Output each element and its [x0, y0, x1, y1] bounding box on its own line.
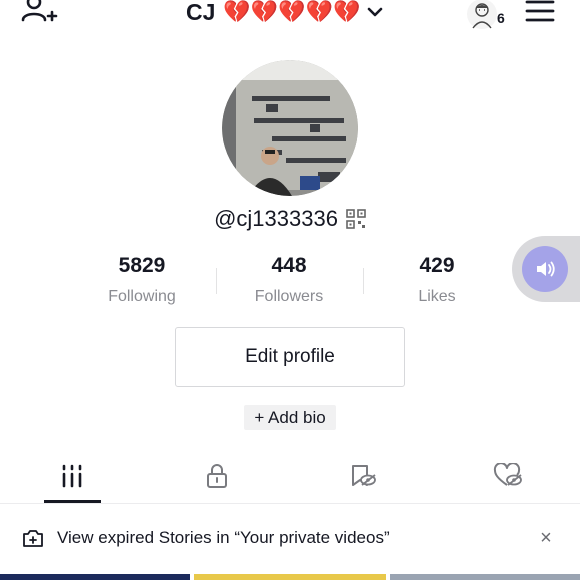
- camera-add-icon: [23, 530, 43, 547]
- stat-divider: [216, 268, 217, 294]
- likes-count: 429: [419, 254, 455, 277]
- hamburger-menu-icon[interactable]: [525, 0, 555, 24]
- lock-icon: [207, 464, 227, 488]
- tab-liked[interactable]: [478, 458, 538, 494]
- notification-count: 6: [497, 10, 505, 26]
- tab-favorites[interactable]: [333, 458, 393, 494]
- video-thumbnail[interactable]: [194, 574, 386, 580]
- speaker-icon: [537, 261, 555, 277]
- chevron-down-icon[interactable]: [366, 5, 384, 19]
- followers-count: 448: [271, 254, 307, 277]
- bookmark-hidden-icon: [352, 465, 376, 486]
- broken-hearts-emoji: 💔💔💔💔💔: [223, 0, 361, 24]
- username-row: @cj1333336: [0, 206, 580, 232]
- person-add-icon[interactable]: [20, 0, 60, 30]
- tab-bar-divider: [0, 503, 580, 504]
- friend-avatar[interactable]: [466, 0, 498, 30]
- top-bar: CJ 💔💔💔💔💔 6: [0, 0, 580, 36]
- stat-likes[interactable]: 429 Likes: [367, 254, 507, 306]
- following-count: 5829: [118, 254, 166, 277]
- stat-divider: [363, 268, 364, 294]
- profile-avatar[interactable]: [222, 60, 358, 196]
- stat-followers[interactable]: 448 Followers: [219, 254, 359, 306]
- followers-label: Followers: [254, 288, 324, 305]
- banner-text: View expired Stories in “Your private vi…: [57, 528, 390, 547]
- add-bio-button[interactable]: + Add bio: [244, 405, 336, 430]
- likes-label: Likes: [418, 288, 456, 305]
- video-thumbnail[interactable]: [0, 574, 190, 580]
- profile-name: CJ: [186, 0, 216, 25]
- heart-hidden-icon: [493, 463, 522, 486]
- tab-videos[interactable]: [42, 458, 102, 494]
- qr-code-icon[interactable]: [346, 209, 366, 229]
- edit-profile-button[interactable]: Edit profile: [175, 327, 405, 387]
- following-label: Following: [108, 288, 176, 305]
- grid-bars-icon: [62, 464, 82, 488]
- tab-private[interactable]: [187, 458, 247, 494]
- floating-sound-button[interactable]: [522, 246, 568, 292]
- video-thumbnail[interactable]: [390, 574, 580, 580]
- close-icon[interactable]: ×: [536, 528, 556, 548]
- account-switcher[interactable]: CJ 💔💔💔💔💔: [186, 0, 384, 27]
- username: @cj1333336: [214, 206, 338, 231]
- expired-stories-banner[interactable]: View expired Stories in “Your private vi…: [0, 516, 580, 560]
- stat-following[interactable]: 5829 Following: [72, 254, 212, 306]
